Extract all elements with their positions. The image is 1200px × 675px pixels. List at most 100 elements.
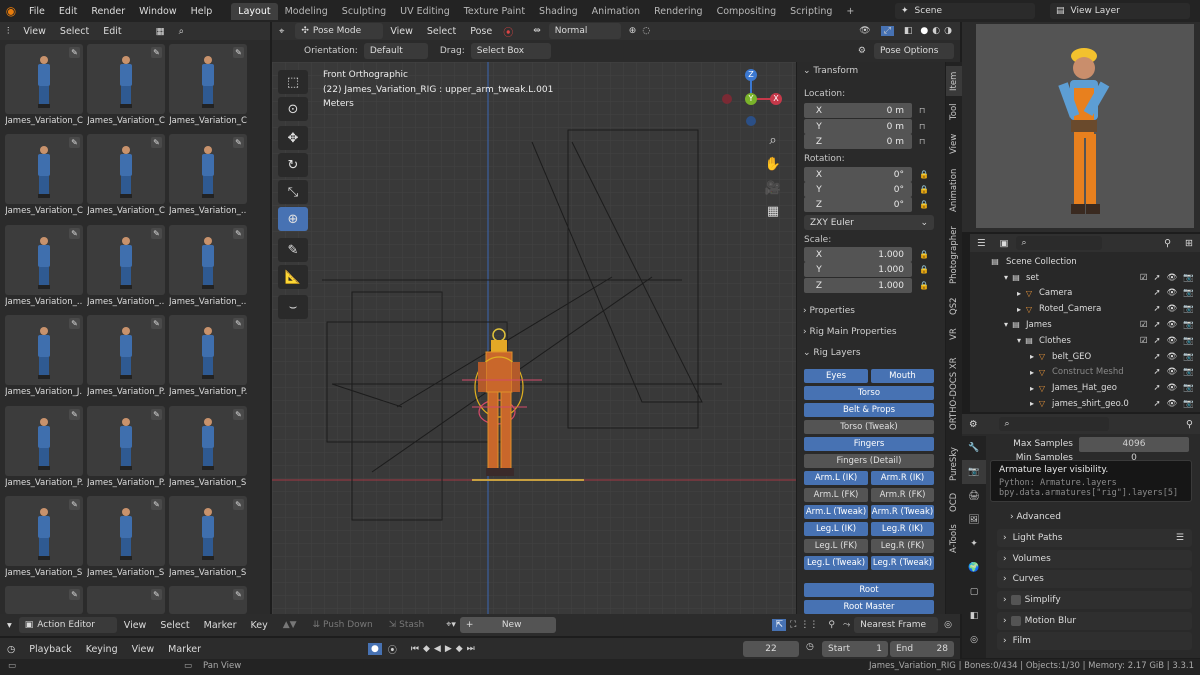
selectable-icon[interactable]: ➚ — [1153, 367, 1160, 377]
selectable-icon[interactable]: ➚ — [1153, 352, 1160, 362]
expand-arrow-icon[interactable]: ▾ — [1014, 336, 1024, 345]
object-tab-icon[interactable]: ◧ — [962, 604, 986, 628]
tab-ortho-docs-xr[interactable]: ORTHO-DOCS XR — [946, 348, 962, 440]
scene-tab-icon[interactable]: ✦ — [962, 532, 986, 556]
asset-menu-view[interactable]: View — [16, 26, 53, 37]
prev-keyframe-icon[interactable]: ◆ — [423, 644, 430, 654]
lock-icon[interactable]: 🔒 — [919, 265, 929, 275]
asset-thumbnail[interactable]: ✎ — [5, 586, 83, 614]
render-camera-icon[interactable]: 📷 — [1183, 288, 1194, 298]
render-camera-icon[interactable]: 📷 — [1183, 304, 1194, 314]
edit-icon[interactable]: ✎ — [69, 47, 80, 58]
location-y-field[interactable]: Y 0 m — [804, 119, 912, 134]
tab-vr[interactable]: VR — [946, 322, 962, 346]
jump-end-icon[interactable]: ⏭ — [467, 644, 475, 654]
rig-layer-mouth-button[interactable]: Mouth — [871, 369, 934, 383]
tab-item[interactable]: Item — [946, 66, 962, 96]
asset-thumbnail[interactable]: ✎ James_Variation_C — [87, 134, 165, 220]
asset-thumbnail[interactable]: ✎ James_Variation_... — [87, 225, 165, 311]
lock-icon[interactable]: 🔒 — [919, 281, 929, 291]
selectable-icon[interactable]: ➚ — [1153, 383, 1160, 393]
action-editor-mode-dropdown[interactable]: ▣ Action Editor — [18, 617, 117, 633]
rig-layer-fingers-detail-button[interactable]: Fingers (Detail) — [804, 454, 934, 468]
edit-icon[interactable]: ✎ — [69, 137, 80, 148]
snap-icon[interactable]: ⊕ — [629, 26, 637, 36]
rotation-x-field[interactable]: X 0° — [804, 167, 912, 182]
lock-icon[interactable]: ⊓ — [919, 122, 929, 132]
select-tool-icon[interactable]: ⬚ — [278, 70, 308, 94]
output-tab-icon[interactable]: 🖨 — [962, 484, 986, 508]
asset-thumbnail[interactable]: ✎ James_Variation_P... — [87, 315, 165, 401]
pose-tool-icon[interactable]: ⌣ — [278, 295, 308, 319]
annotate-tool-icon[interactable]: ✎ — [278, 238, 308, 262]
snap-mode-dropdown[interactable]: Nearest Frame — [854, 617, 939, 633]
zoom-icon[interactable]: ⌕ — [762, 133, 784, 153]
new-action-button[interactable]: + New — [459, 617, 556, 633]
edit-icon[interactable]: ✎ — [233, 47, 244, 58]
record-icon[interactable]: ⦿ — [503, 24, 513, 39]
world-tab-icon[interactable]: 🌍 — [962, 556, 986, 580]
workspace-tab-compositing[interactable]: Compositing — [710, 3, 784, 20]
rig-main-section-header[interactable]: › Rig Main Properties — [803, 327, 897, 337]
expand-arrow-icon[interactable]: ▸ — [1014, 289, 1024, 298]
max-samples-field[interactable]: 4096 — [1079, 436, 1189, 452]
workspace-tab-shading[interactable]: Shading — [532, 3, 585, 20]
orientation-dropdown[interactable]: Default — [363, 43, 428, 59]
menu-help[interactable]: Help — [184, 6, 220, 17]
outliner-row[interactable]: ▾ ▤ Clothes ☑ ➚ 👁 📷 — [980, 333, 1200, 348]
gizmo-toggle-icon[interactable]: ⤢ — [880, 26, 894, 36]
rig-layer-leg-r-ik-button[interactable]: Leg.R (IK) — [871, 522, 934, 536]
eye-icon[interactable]: 👁 — [1167, 273, 1178, 283]
selectable-icon[interactable]: ➚ — [1153, 304, 1160, 314]
mode-selector[interactable]: ✣ Pose Mode — [295, 23, 384, 39]
expand-arrow-icon[interactable]: ▸ — [1027, 384, 1037, 393]
asset-thumbnail[interactable]: ✎ — [87, 586, 165, 614]
outliner-row[interactable]: ▸ ▽ Camera ➚ 👁 📷 — [980, 286, 1200, 301]
menu-window[interactable]: Window — [132, 6, 183, 17]
expand-arrow-icon[interactable]: ▾ — [1001, 273, 1011, 282]
edit-icon[interactable]: ✎ — [151, 589, 162, 600]
menu-render[interactable]: Render — [84, 6, 132, 17]
location-x-field[interactable]: X 0 m — [804, 103, 912, 118]
outliner-editor-icon[interactable]: ☰ — [970, 238, 993, 249]
proportional-icon[interactable]: ◎ — [944, 620, 952, 630]
keying-set-icon[interactable]: ⦿ — [388, 643, 397, 656]
ortho-grid-icon[interactable]: ▦ — [762, 204, 784, 224]
workspace-tab-scripting[interactable]: Scripting — [783, 3, 839, 20]
workspace-tab-rendering[interactable]: Rendering — [647, 3, 710, 20]
viewport-menu-pose[interactable]: Pose — [463, 26, 499, 37]
expand-arrow-icon[interactable]: ▸ — [1027, 368, 1037, 377]
motion-blur-panel[interactable]: › Motion Blur — [997, 612, 1192, 630]
asset-thumbnail[interactable]: ✎ James_Variation_P... — [87, 406, 165, 492]
select-cursor-icon[interactable]: ⇱ — [772, 619, 787, 631]
shading-rendered-icon[interactable]: ◑ — [944, 26, 952, 36]
rig-layer-root-master-button[interactable]: Root Master — [804, 600, 934, 614]
asset-thumbnail[interactable]: ✎ James_Variation_J... — [5, 315, 83, 401]
properties-search-input[interactable]: ⌕ — [998, 417, 1109, 431]
curves-panel[interactable]: › Curves — [997, 570, 1192, 588]
rig-layer-arm-l-ik-button[interactable]: Arm.L (IK) — [804, 471, 868, 485]
dots-icon[interactable]: ⋮⋮ — [800, 620, 818, 630]
film-panel[interactable]: › Film — [997, 632, 1192, 650]
eye-icon[interactable]: 👁 — [1167, 320, 1178, 330]
rig-layer-arm-l-fk-button[interactable]: Arm.L (FK) — [804, 488, 868, 502]
edit-icon[interactable]: ✎ — [69, 228, 80, 239]
expand-arrow-icon[interactable]: ▸ — [1027, 399, 1037, 408]
asset-thumbnail[interactable]: ✎ James_Variation_... — [169, 134, 247, 220]
eye-icon[interactable]: 👁 — [1167, 399, 1178, 409]
editor-type-icon[interactable]: ⫶ — [0, 26, 16, 37]
shading-material-icon[interactable]: ◐ — [932, 26, 940, 36]
outliner-row[interactable]: ▸ ▽ james_shirt_geo.0 ➚ 👁 📷 — [980, 396, 1200, 411]
rig-layer-fingers-button[interactable]: Fingers — [804, 437, 934, 451]
render-camera-icon[interactable]: 📷 — [1183, 383, 1194, 393]
pose-options-dropdown[interactable]: Pose Options — [874, 43, 954, 59]
search-icon[interactable]: ⌕ — [172, 26, 191, 37]
eye-icon[interactable]: 👁 — [1167, 367, 1178, 377]
view-layer-tab-icon[interactable]: 🖼 — [962, 508, 986, 532]
edit-icon[interactable]: ✎ — [151, 228, 162, 239]
blender-logo-icon[interactable]: ◉ — [0, 4, 22, 18]
display-mode-icon[interactable]: ▣ — [993, 238, 1016, 249]
asset-thumbnail[interactable]: ✎ James_Variation_... — [5, 225, 83, 311]
rig-layer-arm-r-fk-button[interactable]: Arm.R (FK) — [871, 488, 934, 502]
add-workspace-button[interactable]: + — [839, 3, 861, 20]
